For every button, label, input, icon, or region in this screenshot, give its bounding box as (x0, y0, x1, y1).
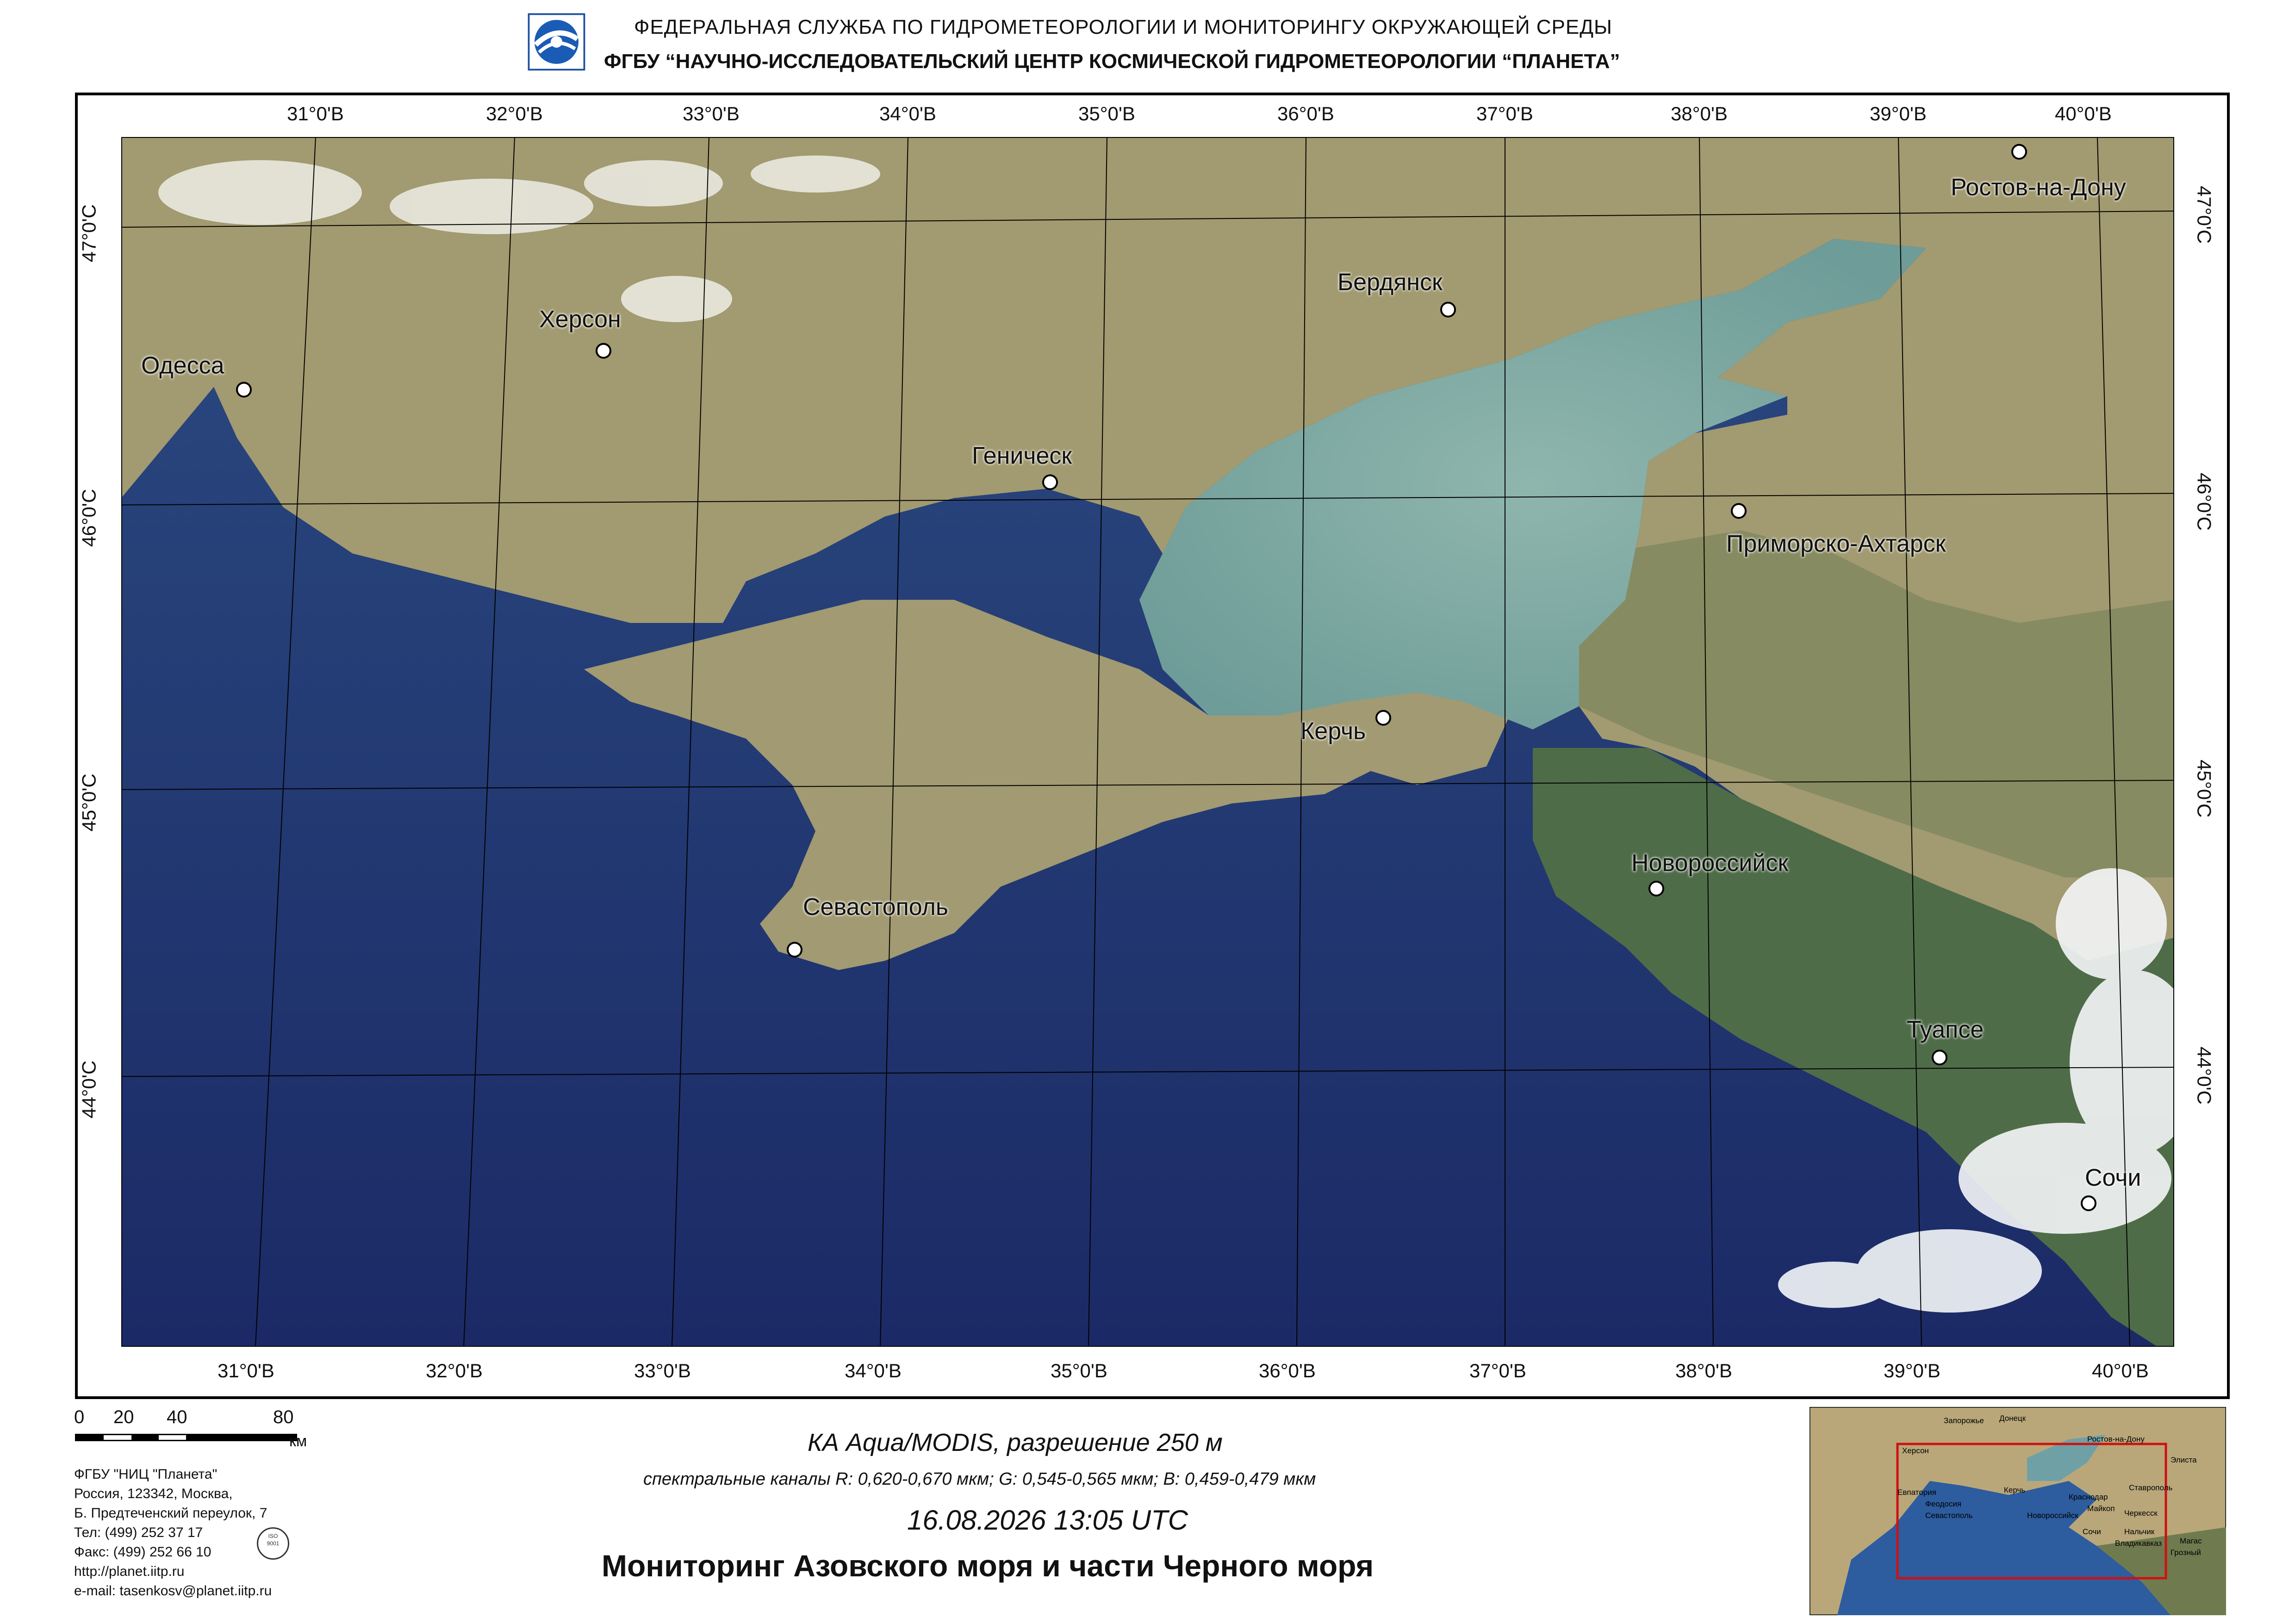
lon-label-bottom: 31°0'В (218, 1360, 274, 1381)
city-marker-odessa (236, 382, 252, 398)
lon-label-top: 39°0'В (1870, 103, 1927, 124)
header-center: ФГБУ “НАУЧНО-ИССЛЕДОВАТЕЛЬСКИЙ ЦЕНТР КОС… (604, 50, 1620, 73)
inset-label: Владикавказ (2115, 1539, 2162, 1548)
scale-segments (75, 1434, 297, 1441)
inset-label: Нальчик (2124, 1527, 2155, 1536)
city-label-kerch: Керчь (1300, 718, 1366, 745)
city-label-primorsko: Приморско-Ахтарск (1726, 530, 1946, 557)
lon-label-bottom: 40°0'В (2092, 1360, 2149, 1381)
lat-label-right: 45°0'С (2193, 759, 2215, 818)
org-address-1: Россия, 123342, Москва, (74, 1486, 233, 1501)
lon-label-bottom: 32°0'В (426, 1360, 483, 1381)
lon-label-top: 36°0'В (1277, 103, 1334, 124)
inset-label: Донецк (1999, 1414, 2026, 1423)
lat-label-right: 44°0'С (2193, 1046, 2215, 1105)
lat-label-right: 47°0'С (2193, 186, 2215, 244)
city-label-odessa: Одесса (141, 352, 224, 379)
lon-label-bottom: 36°0'В (1259, 1360, 1316, 1381)
city-marker-novorossiysk (1648, 881, 1664, 896)
inset-label: Ставрополь (2129, 1483, 2172, 1492)
lon-label-bottom: 39°0'В (1884, 1360, 1940, 1381)
lon-label-bottom: 34°0'В (845, 1360, 902, 1381)
satellite-caption: КА Aqua/MODIS, разрешение 250 м (808, 1429, 1223, 1456)
inset-label: Керчь (2004, 1486, 2025, 1494)
org-fax: Факс: (499) 252 66 10 (74, 1544, 211, 1560)
lon-label-bottom: 35°0'В (1051, 1360, 1107, 1381)
lat-label-left: 47°0'С (78, 204, 100, 262)
inset-label: Евпатория (1897, 1488, 1936, 1497)
header-agency: ФЕДЕРАЛЬНАЯ СЛУЖБА ПО ГИДРОМЕТЕОРОЛОГИИ … (634, 16, 1612, 38)
lon-label-bottom: 37°0'В (1469, 1360, 1526, 1381)
acquisition-datetime: 16.08.2026 13:05 UTC (907, 1505, 1188, 1536)
scale-tick-40: 40 (167, 1407, 187, 1427)
inset-label: Элиста (2171, 1456, 2197, 1464)
lat-label-right: 46°0'С (2193, 473, 2215, 531)
scale-unit: км (289, 1432, 307, 1450)
scale-bar: 0 20 40 80 км (69, 1407, 329, 1453)
inset-label: Черкесск (2124, 1509, 2158, 1518)
lon-label-top: 32°0'В (486, 103, 543, 124)
spectral-bands: спектральные каналы R: 0,620-0,670 мкм; … (643, 1469, 1316, 1489)
city-marker-tuapse (1932, 1050, 1947, 1065)
inset-label: Магас (2180, 1537, 2202, 1545)
city-marker-rostov (2011, 144, 2027, 160)
lon-label-top: 33°0'В (683, 103, 740, 124)
inset-label: Ростов-на-Дону (2087, 1435, 2145, 1444)
lon-label-top: 37°0'В (1476, 103, 1533, 124)
city-label-novorossiysk: Новороссийск (1631, 850, 1789, 877)
org-phone: Тел: (499) 252 37 17 (74, 1525, 203, 1540)
lat-label-left: 46°0'С (78, 489, 100, 547)
iso-certificate-icon: ISO 9001 (257, 1527, 289, 1560)
city-marker-berdyansk (1440, 302, 1456, 317)
org-name: ФГБУ "НИЦ "Планета" (74, 1467, 218, 1482)
map-title: Мониторинг Азовского моря и части Черног… (602, 1549, 1374, 1583)
city-marker-sochi (2081, 1195, 2096, 1211)
scale-tick-80: 80 (273, 1407, 294, 1427)
lon-label-bottom: 38°0'В (1675, 1360, 1732, 1381)
city-label-sevastopol: Севастополь (803, 894, 948, 921)
inset-label: Майкоп (2087, 1504, 2115, 1513)
inset-label: Севастополь (1925, 1511, 1973, 1520)
org-address-2: Б. Предтеченский переулок, 7 (74, 1506, 267, 1521)
inset-label: Сочи (2083, 1527, 2101, 1536)
city-marker-genichesk (1042, 474, 1058, 490)
lon-label-bottom: 33°0'В (634, 1360, 691, 1381)
org-email[interactable]: e-mail: tasenkosv@planet.iitp.ru (74, 1581, 272, 1601)
city-label-rostov: Ростов-на-Дону (1951, 174, 2126, 201)
lon-label-top: 31°0'В (287, 103, 344, 124)
scale-tick-0: 0 (74, 1407, 85, 1427)
city-label-sochi: Сочи (2085, 1164, 2141, 1191)
lon-label-top: 40°0'В (2055, 103, 2112, 124)
organization-info: ФГБУ "НИЦ "Планета" Россия, 123342, Моск… (74, 1465, 272, 1601)
city-marker-sevastopol (787, 942, 802, 958)
lon-label-top: 38°0'В (1671, 103, 1728, 124)
inset-label: Запорожье (1944, 1416, 1984, 1425)
inset-label: Новороссийск (2027, 1511, 2078, 1520)
inset-overview-map: Запорожье Донецк Херсон Ростов-на-Дону Э… (1810, 1407, 2226, 1615)
inset-label: Феодосия (1925, 1500, 1961, 1508)
lon-label-top: 35°0'В (1078, 103, 1135, 124)
city-marker-primorsko (1731, 503, 1747, 519)
city-marker-kerch (1375, 710, 1391, 726)
inset-label: Краснодар (2069, 1493, 2108, 1501)
city-label-kherson: Херсон (539, 306, 621, 333)
inset-label: Херсон (1902, 1446, 1929, 1455)
inset-label: Грозный (2171, 1548, 2201, 1557)
city-label-tuapse: Туапсе (1907, 1016, 1984, 1043)
org-website[interactable]: http://planet.iitp.ru (74, 1562, 272, 1581)
city-marker-kherson (596, 343, 611, 359)
satellite-image (121, 137, 2174, 1347)
lat-label-left: 45°0'С (78, 773, 100, 832)
planeta-logo-icon (528, 13, 585, 71)
city-label-berdyansk: Бердянск (1337, 269, 1443, 296)
scale-tick-20: 20 (113, 1407, 134, 1427)
lat-label-left: 44°0'С (78, 1060, 100, 1119)
lon-label-top: 34°0'В (879, 103, 936, 124)
city-label-genichesk: Геническ (972, 442, 1072, 469)
